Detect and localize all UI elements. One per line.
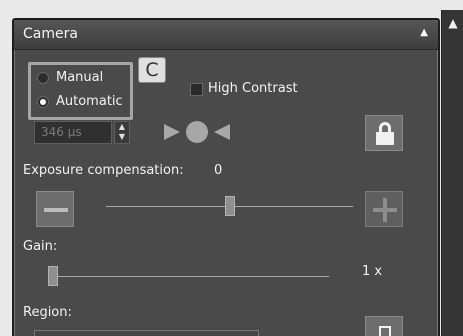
exposure-compensation-label: Exposure compensation: <box>23 163 184 178</box>
radio-automatic-label: Automatic <box>56 94 123 109</box>
high-contrast-checkbox[interactable] <box>190 83 203 96</box>
scroll-up-icon[interactable]: ▲ <box>442 10 463 32</box>
panel-title-bar[interactable]: Camera ▲ <box>14 20 438 50</box>
plus-button[interactable] <box>365 191 403 227</box>
gain-value: 1 x <box>362 264 383 279</box>
left-triangle-icon <box>214 124 230 140</box>
region-label: Region: <box>23 305 72 320</box>
stepper-up-icon[interactable]: ▲ <box>115 122 129 132</box>
right-triangle-icon <box>164 124 180 140</box>
exposure-compensation-value: 0 <box>214 163 223 178</box>
radio-automatic-circle[interactable] <box>37 95 49 108</box>
collapse-caret-icon[interactable]: ▲ <box>420 27 428 38</box>
exposure-mode-group: Manual Automatic <box>28 62 133 120</box>
gain-slider-track[interactable] <box>48 276 329 277</box>
region-button[interactable] <box>365 316 403 336</box>
gain-label: Gain: <box>23 239 58 254</box>
radio-manual-label: Manual <box>56 70 104 85</box>
region-dropdown[interactable] <box>34 330 259 336</box>
region-select-icon <box>379 326 391 336</box>
auto-exposure-icon <box>164 120 242 144</box>
high-contrast-label: High Contrast <box>208 81 298 96</box>
scrollbar[interactable]: ▲ <box>441 10 463 336</box>
panel-title: Camera <box>23 26 78 42</box>
radio-manual-circle[interactable] <box>37 71 49 84</box>
radio-automatic[interactable]: Automatic <box>37 94 123 109</box>
callout-label: C <box>138 57 166 83</box>
radio-manual[interactable]: Manual <box>37 70 103 85</box>
minus-button[interactable] <box>36 191 74 227</box>
center-dot-icon <box>186 121 208 143</box>
exposure-stepper[interactable]: ▲ ▼ <box>114 121 130 144</box>
exposure-time-field[interactable]: 346 µs <box>34 121 112 144</box>
lock-body <box>376 132 394 145</box>
camera-panel: Camera ▲ Manual Automatic C High Contras… <box>12 18 440 336</box>
gain-slider-thumb[interactable] <box>48 266 58 286</box>
lock-button[interactable] <box>365 115 403 151</box>
exposure-compensation-slider-thumb[interactable] <box>224 196 235 216</box>
stepper-down-icon[interactable]: ▼ <box>115 132 129 142</box>
